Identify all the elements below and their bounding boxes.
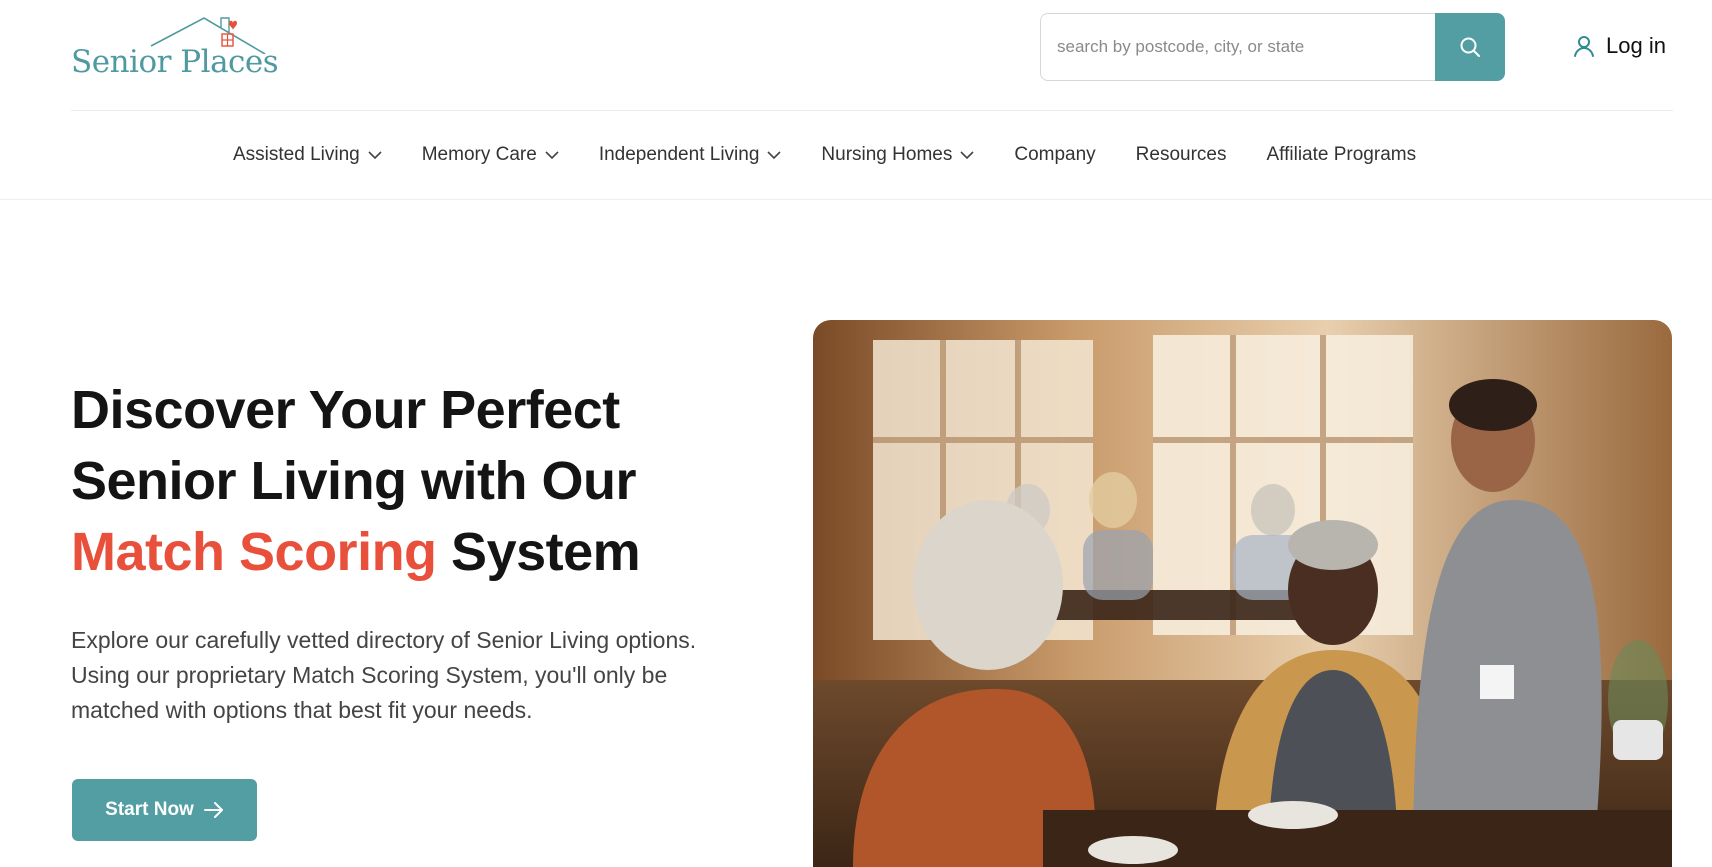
search-bar bbox=[1040, 13, 1505, 81]
hero-title-line1: Discover Your Perfect bbox=[71, 380, 620, 440]
nav-item-label: Assisted Living bbox=[233, 144, 360, 165]
start-now-label: Start Now bbox=[105, 799, 194, 820]
start-now-button[interactable]: Start Now bbox=[72, 779, 257, 841]
logo[interactable]: Senior Places bbox=[71, 14, 279, 84]
hero-title-highlight: Match Scoring bbox=[71, 522, 437, 582]
hero-title: Discover Your Perfect Senior Living with… bbox=[71, 375, 751, 588]
nav-item-label: Nursing Homes bbox=[821, 144, 953, 165]
login-link[interactable]: Log in bbox=[1572, 28, 1666, 64]
nav-item-label: Independent Living bbox=[598, 144, 760, 165]
site-header: Senior Places Log in Assisted Living Mem… bbox=[0, 0, 1712, 200]
chevron-down-icon bbox=[960, 150, 974, 159]
nav-item-affiliate-programs[interactable]: Affiliate Programs bbox=[1267, 144, 1417, 166]
header-divider bbox=[71, 110, 1673, 111]
search-button[interactable] bbox=[1435, 13, 1505, 81]
nav-item-nursing-homes[interactable]: Nursing Homes bbox=[821, 144, 974, 166]
nav-item-assisted-living[interactable]: Assisted Living bbox=[233, 144, 382, 166]
nav-item-label: Affiliate Programs bbox=[1266, 144, 1417, 165]
user-icon bbox=[1574, 36, 1594, 57]
nav-item-label: Memory Care bbox=[421, 144, 537, 165]
chevron-down-icon bbox=[767, 150, 781, 159]
chevron-down-icon bbox=[545, 150, 559, 159]
hero-description: Explore our carefully vetted directory o… bbox=[71, 627, 697, 723]
nav-item-memory-care[interactable]: Memory Care bbox=[422, 144, 559, 166]
logo-wordmark: Senior Places bbox=[71, 44, 279, 80]
nav-item-independent-living[interactable]: Independent Living bbox=[599, 144, 782, 166]
nav-item-company[interactable]: Company bbox=[1014, 144, 1095, 166]
nav-item-label: Company bbox=[1014, 144, 1096, 165]
chevron-down-icon bbox=[368, 150, 382, 159]
arrow-right-icon bbox=[203, 802, 223, 818]
nav-item-resources[interactable]: Resources bbox=[1136, 144, 1227, 166]
search-input[interactable] bbox=[1040, 13, 1435, 81]
main-nav: Assisted Living Memory Care Independent … bbox=[233, 138, 1416, 172]
seniors-dining-photo bbox=[813, 320, 1672, 867]
hero-title-line2: Senior Living with Our bbox=[71, 451, 637, 511]
nav-item-label: Resources bbox=[1135, 144, 1227, 165]
search-icon bbox=[1460, 37, 1480, 57]
hero-photo bbox=[813, 320, 1672, 867]
hero-title-tail: System bbox=[436, 522, 641, 582]
login-label: Log in bbox=[1606, 33, 1666, 58]
